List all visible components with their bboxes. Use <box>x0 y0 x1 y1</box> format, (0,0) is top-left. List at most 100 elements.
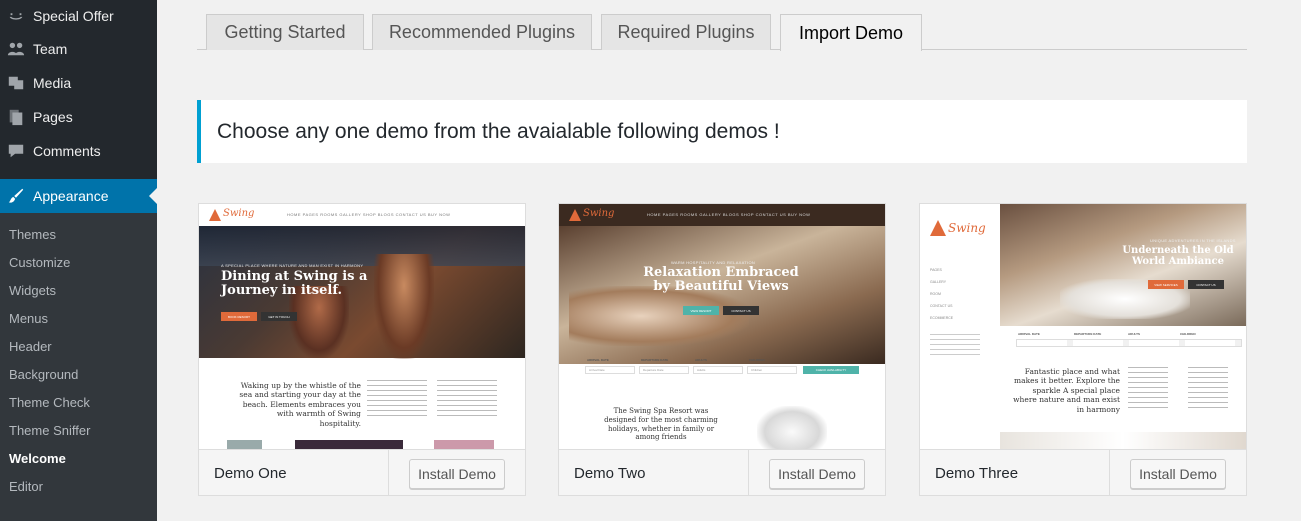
appearance-submenu: Themes Customize Widgets Menus Header Ba… <box>0 213 157 521</box>
demo-three-preview[interactable]: Swing PAGES GALLERY ROOM CONTACT US ECOM… <box>920 204 1246 449</box>
preview-btn-view: VIEW RESORT <box>683 306 719 315</box>
demo-card-footer: Demo Two Install Demo <box>559 449 885 496</box>
tab-import-demo[interactable]: Import Demo <box>780 14 922 51</box>
preview-thumb-strip <box>1000 432 1246 449</box>
preview-nav: Swing HOME PAGES ROOMS GALLERY SHOP BLOG… <box>199 204 525 226</box>
preview-btn-book: BOOK RESORT <box>221 312 257 321</box>
preview-logo: Swing <box>223 208 255 219</box>
booking-field: Arrival Date <box>585 366 635 374</box>
preview-thumb <box>434 440 494 449</box>
booking-field: Adults <box>693 366 743 374</box>
submenu-item-background[interactable]: Background <box>0 360 157 388</box>
booking-label: ADULTS <box>1128 332 1140 336</box>
tab-recommended-plugins[interactable]: Recommended Plugins <box>372 14 592 50</box>
sidebar-item-pages[interactable]: Pages <box>0 100 157 134</box>
sidebar-item-team[interactable]: Team <box>0 32 157 66</box>
demo-card-footer: Demo Three Install Demo <box>920 449 1246 496</box>
preview-title: Relaxation Embraced by Beautiful Views <box>643 265 799 294</box>
demo-one-preview[interactable]: Swing HOME PAGES ROOMS GALLERY SHOP BLOG… <box>199 204 525 449</box>
admin-sidebar: Special Offer Team Media Pages Comments … <box>0 0 157 521</box>
preview-menu-item: PAGES <box>930 268 942 272</box>
preview-menu-item: ROOM <box>930 292 941 296</box>
submenu-item-theme-check[interactable]: Theme Check <box>0 388 157 416</box>
smile-icon <box>6 6 26 26</box>
demo-card-one: Swing HOME PAGES ROOMS GALLERY SHOP BLOG… <box>198 203 526 496</box>
submenu-item-theme-sniffer[interactable]: Theme Sniffer <box>0 416 157 444</box>
nav-tabs: Getting Started Recommended Plugins Requ… <box>197 14 1247 51</box>
booking-label: DEPARTURE DATE <box>641 358 669 362</box>
logo-icon <box>209 209 221 221</box>
preview-nav-links: HOME PAGES ROOMS GALLERY SHOP BLOGS CONT… <box>287 212 451 217</box>
booking-field: Departure Date <box>639 366 689 374</box>
demo-notice: Choose any one demo from the avaialable … <box>197 100 1247 163</box>
preview-text-block <box>1188 367 1228 409</box>
booking-label: ARRIVAL DATE <box>587 358 609 362</box>
preview-side-panel: Swing PAGES GALLERY ROOM CONTACT US ECOM… <box>920 204 1000 449</box>
preview-btn-contact: CONTACT US <box>723 306 759 315</box>
preview-address <box>930 334 980 358</box>
pages-icon <box>6 107 26 127</box>
preview-title: Underneath the Old World Ambiance <box>1122 245 1234 267</box>
submenu-item-header[interactable]: Header <box>0 332 157 360</box>
demo-card-footer: Demo One Install Demo <box>199 449 525 496</box>
comments-icon <box>6 141 26 161</box>
preview-intro: Waking up by the whistle of the sea and … <box>239 381 361 428</box>
submenu-item-customize[interactable]: Customize <box>0 248 157 276</box>
sidebar-item-media[interactable]: Media <box>0 66 157 100</box>
preview-title: Dining at Swing is a Journey in itself. <box>221 269 368 298</box>
demo-card-two: Swing HOME PAGES ROOMS GALLERY BLOGS SHO… <box>558 203 886 496</box>
tab-required-plugins[interactable]: Required Plugins <box>601 14 771 50</box>
install-demo-button[interactable]: Install Demo <box>1130 459 1226 489</box>
install-demo-button[interactable]: Install Demo <box>409 459 505 489</box>
submenu-item-themes[interactable]: Themes <box>0 220 157 248</box>
footer-divider <box>388 450 389 496</box>
preview-kicker: UNIQUE ADVENTURES IN THE ISLANDS <box>1150 238 1236 243</box>
preview-booking-fields <box>1016 339 1242 347</box>
demo-name: Demo Two <box>574 464 646 482</box>
submenu-item-menus[interactable]: Menus <box>0 304 157 332</box>
booking-label: ADULTS <box>695 358 707 362</box>
preview-nav-links: HOME PAGES ROOMS GALLERY BLOGS SHOP CONT… <box>647 212 811 217</box>
preview-kicker: A SPECIAL PLACE WHERE NATURE AND MAN EXI… <box>221 263 364 268</box>
team-icon <box>6 39 26 59</box>
booking-label: CHILDREN <box>749 358 765 362</box>
booking-label: DEPARTURE DATE <box>1074 332 1102 336</box>
hero-massage-figure <box>569 286 749 346</box>
submenu-item-widgets[interactable]: Widgets <box>0 276 157 304</box>
sidebar-item-appearance[interactable]: Appearance <box>0 179 157 213</box>
preview-btn-contact: GET IN TOUCH <box>261 312 297 321</box>
sidebar-item-special-offer[interactable]: Special Offer <box>0 0 157 32</box>
preview-hero: A SPECIAL PLACE WHERE NATURE AND MAN EXI… <box>199 226 525 359</box>
paintbrush-icon <box>6 186 26 206</box>
sidebar-item-label: Appearance <box>33 188 109 204</box>
demo-two-preview[interactable]: Swing HOME PAGES ROOMS GALLERY BLOGS SHO… <box>559 204 885 449</box>
sidebar-item-label: Special Offer <box>33 8 114 24</box>
sidebar-item-label: Media <box>33 75 72 91</box>
demo-name: Demo Three <box>935 464 1019 482</box>
booking-label: ARRIVAL DATE <box>1018 332 1040 336</box>
media-icon <box>6 73 26 93</box>
preview-hero: UNIQUE ADVENTURES IN THE ISLANDS Underne… <box>1000 204 1246 326</box>
preview-text-block <box>1128 367 1168 409</box>
demo-name: Demo One <box>214 464 287 482</box>
tab-getting-started[interactable]: Getting Started <box>206 14 364 50</box>
sidebar-item-label: Comments <box>33 143 101 159</box>
preview-menu-item: ECOMMERCE <box>930 316 954 320</box>
preview-btn-services: VIEW SERVICES <box>1148 280 1184 289</box>
preview-text-block <box>437 380 497 420</box>
preview-logo: Swing <box>583 208 615 219</box>
demo-card-three: Swing PAGES GALLERY ROOM CONTACT US ECOM… <box>919 203 1247 496</box>
preview-menu-item: GALLERY <box>930 280 947 284</box>
logo-icon <box>569 209 581 221</box>
install-demo-button[interactable]: Install Demo <box>769 459 865 489</box>
preview-towels-image <box>757 406 827 449</box>
sidebar-item-comments[interactable]: Comments <box>0 134 157 168</box>
submenu-item-editor[interactable]: Editor <box>0 472 157 500</box>
preview-hero: WARM HOSPITALITY AND RELAXATION Relaxati… <box>559 226 885 364</box>
preview-btn-contact: CONTACT US <box>1188 280 1224 289</box>
footer-divider <box>748 450 749 496</box>
preview-intro: Fantastic place and what makes it better… <box>1013 367 1120 414</box>
preview-thumb <box>295 440 403 449</box>
submenu-item-welcome[interactable]: Welcome <box>0 444 157 472</box>
hero-figure-man <box>374 254 434 359</box>
